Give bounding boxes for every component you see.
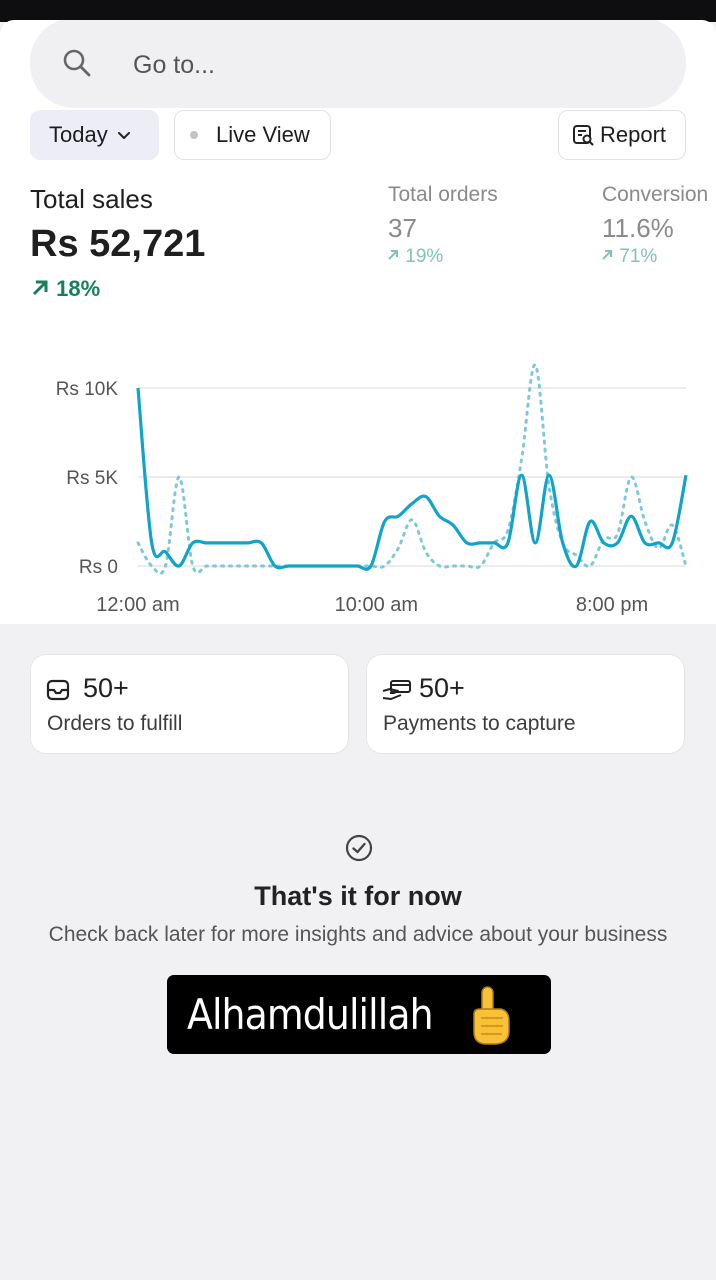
payment-hand-icon [382,680,411,700]
analytics-card: Go to... Today Live View Report Total sa… [0,20,716,624]
empty-state-text: Check back later for more insights and a… [48,923,668,946]
total-orders-change-value: 19% [405,246,444,267]
x-tick-label: 12:00 am [96,594,179,616]
y-tick-label: Rs 0 [79,557,118,578]
y-tick-label: Rs 5K [66,468,118,489]
date-range-label: Today [49,122,108,147]
index-pointing-up-emoji-icon [473,986,510,1045]
date-range-dropdown[interactable]: Today [30,110,159,160]
x-tick-label: 10:00 am [335,594,418,616]
empty-state-title: That's it for now [254,881,462,911]
total-sales-change: 18% [30,276,100,302]
total-orders-label: Total orders [388,183,498,206]
sticker-text: Alhamdulillah [187,990,434,1039]
conversion-label: Conversion [602,183,709,206]
inbox-icon [46,679,70,701]
search-bar[interactable]: Go to... [30,20,686,108]
total-orders-change: 19% [386,246,443,268]
search-icon [63,49,91,77]
sales-chart: Rs 10K Rs 5K Rs 0 12:00 am 10:00 am 8:00 pm [56,363,688,616]
orders-to-fulfill-card[interactable]: 50+ Orders to fulfill [30,654,349,754]
live-status-dot-icon [190,131,198,139]
total-orders-value: 37 [388,213,417,243]
report-button[interactable]: Report [558,110,686,160]
total-sales-value: Rs 52,721 [30,223,206,265]
report-label: Report [600,122,667,147]
live-view-button[interactable]: Live View [174,110,331,160]
conversion-change-value: 71% [619,246,658,267]
arrow-up-right-icon [388,250,398,260]
arrow-up-right-icon [32,280,48,296]
search-placeholder: Go to... [133,51,215,79]
report-icon [573,125,594,146]
chevron-down-icon [117,132,130,139]
x-tick-label: 8:00 pm [576,594,648,616]
conversion-value: 11.6% [602,213,674,243]
conversion-change: 71% [600,246,657,268]
orders-count: 50+ [83,673,129,703]
payments-label: Payments to capture [383,712,576,735]
orders-label: Orders to fulfill [47,712,183,735]
payments-count: 50+ [419,673,465,703]
arrow-up-right-icon [602,250,612,260]
total-sales-change-value: 18% [56,276,101,301]
check-circle-icon [345,834,373,862]
total-sales-label: Total sales [30,184,153,214]
text-sticker: Alhamdulillah [167,975,551,1054]
y-tick-label: Rs 10K [56,379,119,400]
live-view-label: Live View [216,122,310,147]
current-period-line [136,387,688,571]
payments-to-capture-card[interactable]: 50+ Payments to capture [366,654,685,754]
status-bar [0,0,716,22]
